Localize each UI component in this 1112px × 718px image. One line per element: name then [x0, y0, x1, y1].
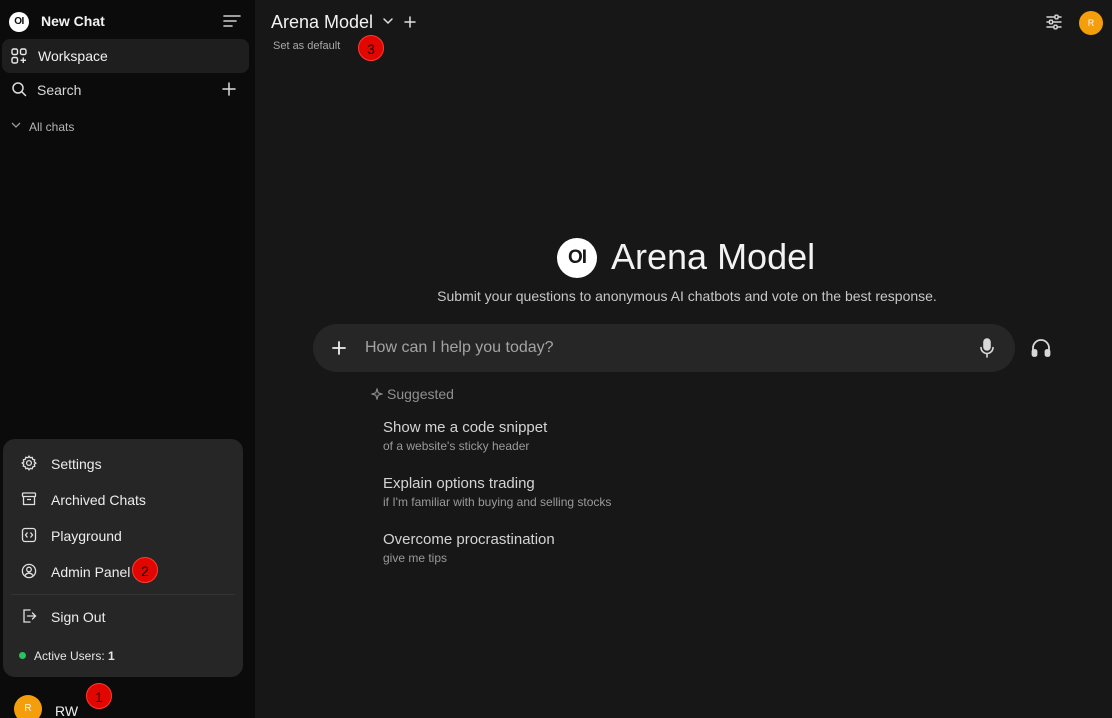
annotation-badge-1: 1: [86, 683, 112, 709]
suggestion-subtitle: if I'm familiar with buying and selling …: [383, 495, 612, 509]
user-menu: Settings Archived Chats Playground Admin…: [3, 439, 243, 677]
user-circle-icon: [21, 563, 37, 579]
sidebar-item-workspace[interactable]: Workspace: [2, 39, 249, 73]
suggested-label: Suggested: [387, 386, 454, 402]
gear-icon: [21, 455, 37, 471]
set-as-default-link[interactable]: Set as default: [273, 40, 340, 52]
menu-item-playground[interactable]: Playground: [3, 521, 243, 549]
sidebar: OI New Chat Workspace Search All chats S…: [0, 0, 255, 718]
menu-item-label: Playground: [51, 528, 122, 544]
sidebar-item-search[interactable]: Search: [0, 78, 255, 102]
sign-out-icon: [21, 608, 37, 624]
all-chats-label: All chats: [29, 120, 75, 134]
active-users-count: 1: [108, 649, 115, 663]
active-users-label: Active Users:: [34, 649, 105, 663]
chat-message-input[interactable]: [365, 336, 945, 360]
model-chevron-down-icon[interactable]: [382, 17, 394, 25]
suggestion-item[interactable]: Explain options trading if I'm familiar …: [383, 475, 803, 509]
new-chat-row[interactable]: OI New Chat: [0, 0, 255, 42]
user-avatar[interactable]: R: [14, 695, 42, 718]
menu-item-archived-chats[interactable]: Archived Chats: [3, 485, 243, 513]
menu-item-sign-out[interactable]: Sign Out: [3, 602, 243, 630]
menu-item-label: Sign Out: [51, 609, 106, 625]
suggestion-title: Explain options trading: [383, 475, 535, 492]
active-users-status: Active Users: 1: [19, 649, 115, 663]
chat-input-box: [313, 324, 1015, 372]
menu-item-admin-panel[interactable]: Admin Panel: [3, 557, 243, 585]
hero-title: Arena Model: [611, 236, 816, 277]
menu-item-label: Archived Chats: [51, 492, 146, 508]
menu-divider: [11, 594, 235, 595]
suggested-header: Suggested: [371, 386, 454, 402]
hero-subtitle: Submit your questions to anonymous AI ch…: [437, 288, 937, 304]
chat-controls-icon[interactable]: [1045, 13, 1063, 31]
chevron-down-icon: [11, 121, 21, 129]
suggestion-item[interactable]: Overcome procrastination give me tips: [383, 531, 803, 565]
code-icon: [21, 527, 37, 543]
archive-icon: [21, 491, 37, 507]
model-logo: OI: [557, 238, 597, 278]
headphones-icon[interactable]: [1030, 337, 1052, 359]
attach-plus-icon[interactable]: [330, 339, 348, 357]
workspace-icon: [11, 48, 27, 64]
workspace-label: Workspace: [38, 48, 108, 64]
annotation-badge-2: 2: [132, 557, 158, 583]
microphone-icon[interactable]: [977, 337, 997, 359]
search-label: Search: [37, 82, 82, 98]
new-folder-plus-icon[interactable]: [221, 81, 237, 97]
model-selector[interactable]: Arena Model: [271, 12, 373, 33]
sparkle-icon: [371, 388, 383, 400]
suggestion-title: Show me a code snippet: [383, 419, 548, 436]
suggestion-subtitle: give me tips: [383, 551, 448, 565]
annotation-badge-3: 3: [358, 35, 384, 61]
sidebar-toggle-icon[interactable]: [223, 14, 241, 28]
app-logo: OI: [9, 12, 29, 32]
suggestion-title: Overcome procrastination: [383, 531, 555, 548]
add-model-plus-icon[interactable]: [404, 16, 416, 28]
suggestion-subtitle: of a website's sticky header: [383, 439, 530, 453]
user-avatar-top[interactable]: R: [1079, 11, 1103, 35]
user-name[interactable]: RW: [55, 703, 78, 718]
menu-item-label: Settings: [51, 456, 102, 472]
online-dot-icon: [19, 652, 26, 659]
menu-item-settings[interactable]: Settings: [3, 449, 243, 477]
new-chat-label[interactable]: New Chat: [41, 13, 105, 29]
menu-item-label: Admin Panel: [51, 564, 131, 580]
suggestion-item[interactable]: Show me a code snippet of a website's st…: [383, 419, 803, 453]
search-icon: [11, 81, 27, 97]
